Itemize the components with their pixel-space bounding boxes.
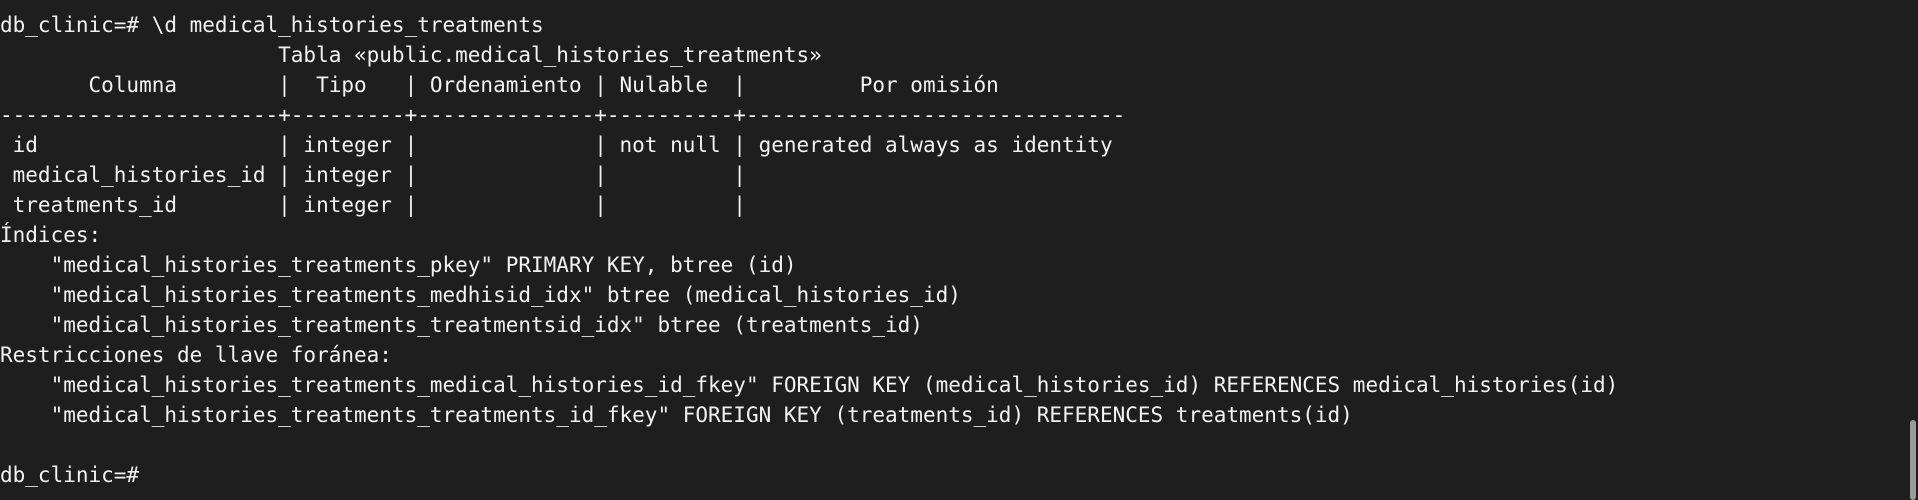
index-entry: "medical_histories_treatments_medhisid_i…: [0, 283, 961, 307]
indexes-heading: Índices:: [0, 223, 102, 247]
prompt-text: db_clinic=#: [0, 463, 152, 487]
table-title: Tabla «public.medical_histories_treatmen…: [0, 43, 822, 67]
foreign-keys-heading: Restricciones de llave foránea:: [0, 343, 392, 367]
scrollbar[interactable]: [1904, 0, 1918, 500]
index-entry: "medical_histories_treatments_pkey" PRIM…: [0, 253, 797, 277]
terminal-output: db_clinic=# \d medical_histories_treatme…: [0, 10, 1618, 490]
table-row: medical_histories_id | integer | | |: [0, 163, 746, 187]
terminal-line-command: db_clinic=# \d medical_histories_treatme…: [0, 13, 544, 37]
table-header: Columna | Tipo | Ordenamiento | Nulable …: [0, 73, 999, 97]
index-entry: "medical_histories_treatments_treatments…: [0, 313, 923, 337]
foreign-key-entry: "medical_histories_treatments_medical_hi…: [0, 373, 1619, 397]
table-row: id | integer | | not null | generated al…: [0, 133, 1113, 157]
scrollbar-thumb[interactable]: [1910, 420, 1916, 500]
foreign-key-entry: "medical_histories_treatments_treatments…: [0, 403, 1353, 427]
terminal-window[interactable]: db_clinic=# \d medical_histories_treatme…: [0, 0, 1918, 500]
command-prompt[interactable]: db_clinic=#: [0, 460, 1618, 490]
table-row: treatments_id | integer | | |: [0, 193, 746, 217]
table-separator: ----------------------+---------+-------…: [0, 103, 1126, 127]
